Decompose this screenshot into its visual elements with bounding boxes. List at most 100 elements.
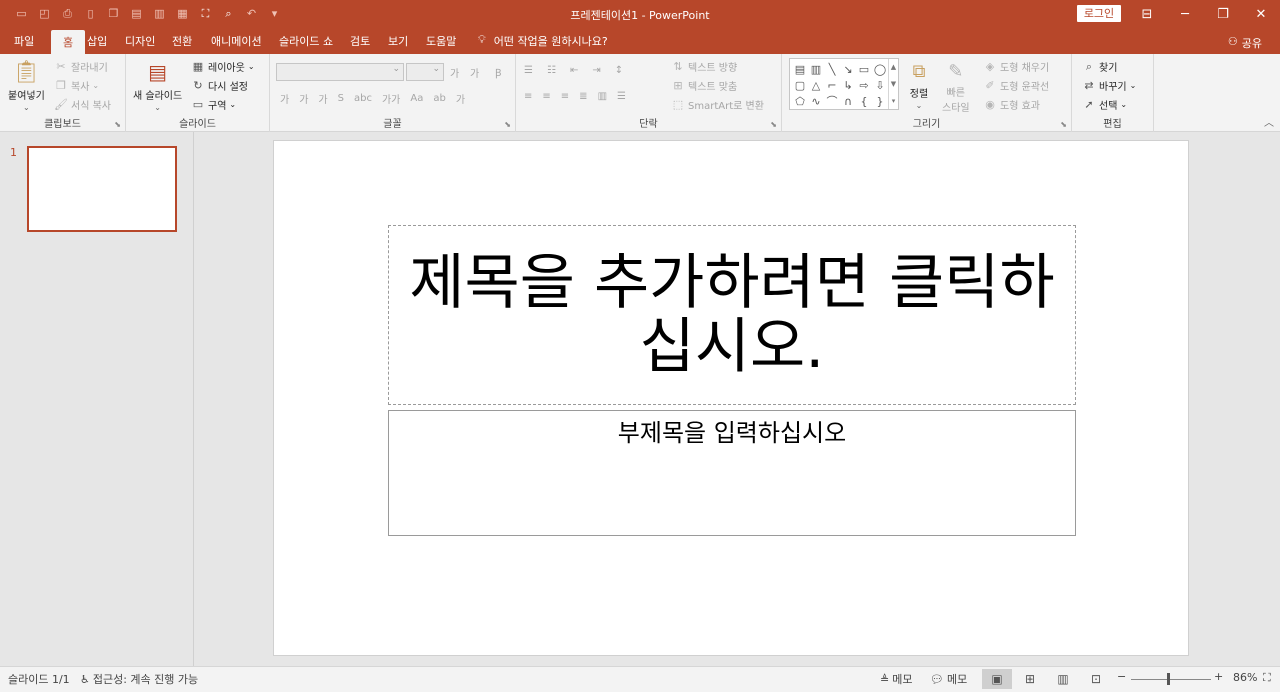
- tab-transitions[interactable]: 전환: [172, 33, 192, 49]
- dialog-launcher-icon[interactable]: ⬊: [1060, 120, 1067, 129]
- slideshow-icon[interactable]: ⊡: [1081, 669, 1111, 689]
- increase-indent-icon[interactable]: ⇥: [592, 65, 600, 76]
- italic-icon[interactable]: 가: [299, 91, 308, 106]
- align-center-icon[interactable]: ≡: [542, 91, 550, 102]
- bullets-icon[interactable]: ☰: [524, 65, 533, 76]
- dialog-launcher-icon[interactable]: ⬊: [770, 120, 777, 129]
- clear-format-icon[interactable]: Ꞵ: [495, 65, 501, 79]
- slide-canvas[interactable]: 제목을 추가하려면 클릭하십시오. 부제목을 입력하십시오: [273, 140, 1189, 656]
- title-placeholder[interactable]: 제목을 추가하려면 클릭하십시오.: [388, 225, 1076, 405]
- normal-view-icon[interactable]: ▣: [982, 669, 1012, 689]
- increase-font-icon[interactable]: 가: [450, 65, 459, 80]
- numbering-icon[interactable]: ☷: [547, 65, 556, 76]
- zoom-level[interactable]: 86%: [1233, 671, 1257, 684]
- more-icon[interactable]: ▾: [892, 97, 896, 105]
- rounded-rect-icon[interactable]: ▢: [792, 77, 808, 93]
- shape-outline-button[interactable]: ✐ 도형 윤곽선: [983, 78, 1049, 93]
- spacing-icon[interactable]: 가가: [382, 91, 400, 106]
- textbox-icon[interactable]: ▤: [792, 61, 808, 77]
- decrease-indent-icon[interactable]: ⇤: [570, 65, 578, 76]
- tab-insert[interactable]: 삽입: [87, 33, 107, 49]
- layout-button[interactable]: ▦ 레이아웃 ⌄: [191, 59, 255, 74]
- freeform-icon[interactable]: ∩: [840, 93, 856, 109]
- tab-slideshow[interactable]: 슬라이드 쇼: [279, 33, 333, 49]
- arrow-line-icon[interactable]: ↘: [840, 61, 856, 77]
- shadow-icon[interactable]: S: [338, 93, 344, 104]
- pentagon-icon[interactable]: ⬠: [792, 93, 808, 109]
- shape-effects-button[interactable]: ◉ 도형 효과: [983, 97, 1040, 112]
- brace-right-icon[interactable]: }: [872, 93, 888, 109]
- new-slide-button[interactable]: ▤ 새 슬라이드 ⌄: [133, 58, 182, 112]
- slide-sorter-icon[interactable]: ⊞: [1015, 669, 1045, 689]
- section-button[interactable]: ▭ 구역 ⌄: [191, 97, 236, 112]
- tab-help[interactable]: 도움말: [426, 33, 456, 49]
- paragraph-align-icon[interactable]: ☰: [617, 91, 626, 102]
- reading-view-icon[interactable]: ▥: [1048, 669, 1078, 689]
- smartart-button[interactable]: ⬚ SmartArt로 변환: [671, 97, 764, 112]
- strikethrough-icon[interactable]: abc: [354, 93, 372, 104]
- align-right-icon[interactable]: ≡: [561, 91, 569, 102]
- dialog-launcher-icon[interactable]: ⬊: [504, 120, 511, 129]
- highlight-icon[interactable]: ab: [433, 93, 445, 104]
- font-name-combo[interactable]: [276, 63, 404, 81]
- quick-styles-button[interactable]: ✎ 빠른 스타일: [942, 58, 970, 115]
- vertical-textbox-icon[interactable]: ▥: [808, 61, 824, 77]
- curve-icon[interactable]: ∿: [808, 93, 824, 109]
- share-button[interactable]: ⚇ 공유: [1228, 35, 1262, 51]
- oval-icon[interactable]: ◯: [872, 61, 888, 77]
- tab-view[interactable]: 보기: [388, 33, 408, 49]
- zoom-slider-thumb[interactable]: [1166, 673, 1170, 685]
- reset-button[interactable]: ↻ 다시 설정: [191, 78, 248, 93]
- tab-design[interactable]: 디자인: [125, 33, 155, 49]
- find-button[interactable]: ⌕ 찾기: [1082, 59, 1118, 75]
- text-direction-button[interactable]: ⇅ 텍스트 방향: [671, 59, 737, 74]
- decrease-font-icon[interactable]: 가: [470, 65, 479, 80]
- down-arrow-icon[interactable]: ⇩: [872, 77, 888, 93]
- elbow-connector-icon[interactable]: ↳: [840, 77, 856, 93]
- tab-animations[interactable]: 애니메이션: [211, 33, 262, 49]
- accessibility-status[interactable]: ♿︎ 접근성: 계속 진행 가능: [80, 671, 198, 687]
- right-arrow-icon[interactable]: ⇨: [856, 77, 872, 93]
- line-spacing-icon[interactable]: ↕: [615, 65, 623, 76]
- arrange-button[interactable]: ⧉ 정렬 ⌄: [906, 58, 932, 111]
- brace-left-icon[interactable]: {: [856, 93, 872, 109]
- select-button[interactable]: ➚ 선택 ⌄: [1082, 97, 1127, 112]
- replace-button[interactable]: ⇄ 바꾸기 ⌄: [1082, 78, 1136, 93]
- notes-button[interactable]: ≜ 메모: [880, 671, 912, 687]
- subtitle-placeholder[interactable]: 부제목을 입력하십시오: [388, 410, 1076, 536]
- login-button[interactable]: 로그인: [1077, 5, 1121, 22]
- columns-icon[interactable]: ▥: [598, 91, 607, 102]
- font-color-icon[interactable]: 가: [456, 91, 465, 106]
- line-icon[interactable]: ╲: [824, 61, 840, 77]
- justify-icon[interactable]: ≣: [579, 91, 587, 102]
- shape-fill-button[interactable]: ◈ 도형 채우기: [983, 59, 1049, 74]
- zoom-in-icon[interactable]: +: [1214, 670, 1223, 683]
- fit-to-window-icon[interactable]: ⛶: [1263, 671, 1271, 685]
- scroll-up-icon[interactable]: ▲: [891, 63, 896, 71]
- format-painter-button[interactable]: 🖌︎ 서식 복사: [54, 97, 111, 112]
- copy-button[interactable]: ❐ 복사 ⌄: [54, 78, 99, 93]
- restore-icon[interactable]: ❐: [1204, 0, 1242, 28]
- scroll-down-icon[interactable]: ▼: [891, 80, 896, 88]
- connector-icon[interactable]: ⌐: [824, 77, 840, 93]
- tell-me-box[interactable]: 💡︎ 어떤 작업을 원하시나요?: [478, 33, 608, 49]
- collapse-ribbon-icon[interactable]: ︿: [1264, 114, 1274, 129]
- tab-review[interactable]: 검토: [350, 33, 370, 49]
- comments-button[interactable]: 💬︎ 메모: [930, 671, 967, 687]
- triangle-icon[interactable]: △: [808, 77, 824, 93]
- paste-button[interactable]: 📋︎ 붙여넣기 ⌄: [8, 58, 45, 113]
- align-text-button[interactable]: ⊞ 텍스트 맞춤: [671, 78, 737, 93]
- gallery-scroll[interactable]: ▲ ▼ ▾: [888, 59, 898, 109]
- underline-icon[interactable]: 가: [318, 91, 327, 106]
- zoom-out-icon[interactable]: −: [1117, 670, 1126, 683]
- cut-button[interactable]: ✂ 잘라내기: [54, 59, 107, 74]
- align-left-icon[interactable]: ≡: [524, 91, 532, 102]
- zoom-slider[interactable]: [1131, 679, 1211, 680]
- arc-icon[interactable]: ⌒: [824, 93, 840, 109]
- minimize-icon[interactable]: ─: [1166, 0, 1204, 28]
- bold-icon[interactable]: 가: [280, 91, 289, 106]
- ribbon-display-icon[interactable]: ⊟: [1128, 0, 1166, 28]
- rectangle-icon[interactable]: ▭: [856, 61, 872, 77]
- close-icon[interactable]: ✕: [1242, 0, 1280, 28]
- font-size-combo[interactable]: [406, 63, 444, 81]
